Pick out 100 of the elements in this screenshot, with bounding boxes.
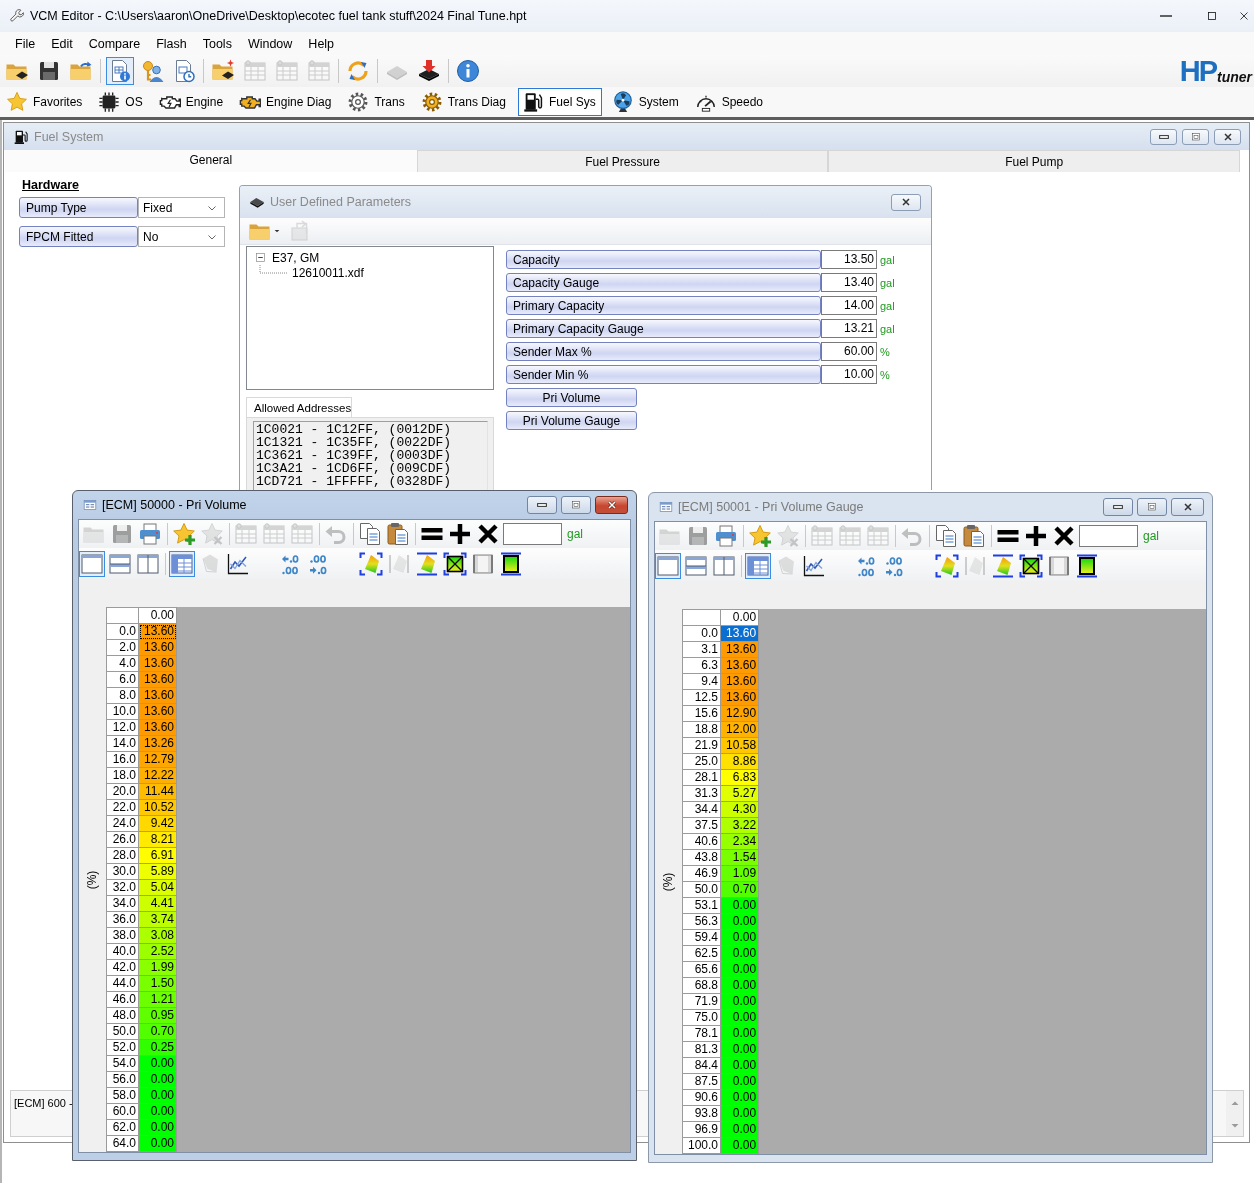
print-button[interactable] [713,523,739,549]
table-cell[interactable]: 0.00 [139,1088,178,1104]
paste-button[interactable] [385,521,411,547]
table-cell[interactable]: 11.44 [139,784,178,800]
dropdown[interactable]: No [138,226,225,247]
table-cell[interactable]: 1.09 [721,866,760,882]
category-button[interactable]: Speedo [690,87,770,116]
dropdown[interactable]: Fixed [138,197,225,218]
table-cell[interactable]: 1.21 [139,992,178,1008]
table-cell[interactable]: 12.90 [721,706,760,722]
table-cell[interactable]: 2.52 [139,944,178,960]
table-cell[interactable]: 8.21 [139,832,178,848]
table-cell[interactable]: 13.60 [139,640,178,656]
table-cell[interactable]: 0.00 [721,1026,760,1042]
collapse-icon[interactable] [255,252,266,263]
table-cell[interactable]: 13.60 [139,672,178,688]
table-cell[interactable]: 0.00 [721,914,760,930]
menu-item[interactable]: Edit [43,34,81,53]
table-cell[interactable]: 13.60 [721,658,760,674]
table-cell[interactable]: 0.70 [139,1024,178,1040]
copy-button[interactable] [357,521,383,547]
table-cell[interactable]: 8.86 [721,754,760,770]
single-view-button[interactable] [655,552,681,579]
favorite-button[interactable] [747,523,773,549]
add-button[interactable] [447,521,473,547]
table-cell[interactable]: 13.60 [721,674,760,690]
table-cell[interactable]: 2.34 [721,834,760,850]
info-button[interactable] [454,57,482,85]
color-cross-button[interactable] [442,550,468,577]
table-cell[interactable]: 0.25 [139,1040,178,1056]
table-cell[interactable]: 13.60 [139,656,178,672]
tab[interactable]: Fuel Pump [828,150,1240,172]
color-band-button[interactable] [990,552,1016,579]
table-cell[interactable]: 0.00 [721,1010,760,1026]
paste-button[interactable] [961,523,987,549]
table-cell[interactable]: 4.41 [139,896,178,912]
value-field[interactable]: 14.00 [821,296,877,315]
table-cell[interactable]: 10.52 [139,800,178,816]
color-band-button[interactable] [414,550,440,577]
scrollbar[interactable] [1226,1091,1243,1136]
open-table-button[interactable]: Pri Volume [506,388,637,407]
table-cell[interactable]: 0.00 [721,1090,760,1106]
tab[interactable]: Fuel Pressure [416,150,829,172]
table-cell[interactable]: 0.00 [139,1136,178,1152]
table-cell[interactable]: 0.00 [721,1122,760,1138]
table-cell[interactable]: 1.99 [139,960,178,976]
table-cell[interactable]: 0.00 [721,930,760,946]
table-cell[interactable]: 0.00 [721,962,760,978]
table-cell[interactable]: 0.00 [721,898,760,914]
table-cell[interactable]: 3.74 [139,912,178,928]
color-cross-button[interactable] [1018,552,1044,579]
table-cell[interactable]: 6.83 [721,770,760,786]
close-button[interactable] [1214,128,1241,145]
menu-item[interactable]: Flash [148,34,195,53]
minimize-button[interactable] [527,496,557,514]
table-cell[interactable]: 0.00 [721,1042,760,1058]
color-fill-button[interactable] [498,550,524,577]
menu-item[interactable]: Compare [80,34,149,53]
category-button[interactable]: Trans [343,87,411,116]
table-cell[interactable]: 0.00 [721,946,760,962]
table-cell[interactable]: 12.22 [139,768,178,784]
table-cell[interactable]: 0.00 [721,978,760,994]
tree-item[interactable]: E37, GM [272,250,320,265]
table-cell[interactable]: 6.91 [139,848,178,864]
table-cell[interactable]: 13.60 [139,688,178,704]
table-cell[interactable]: 0.00 [139,1056,178,1072]
tab[interactable]: General [5,150,417,172]
table-cell[interactable]: 13.60 [721,642,760,658]
value-field[interactable]: 13.40 [821,273,877,292]
menu-item[interactable]: Window [239,34,301,53]
single-view-button[interactable] [79,550,105,577]
table-cell[interactable]: 13.60 [721,690,760,706]
value-field[interactable]: 13.50 [821,250,877,269]
menu-item[interactable]: Help [300,34,343,53]
table-cell[interactable]: 13.60 [139,624,178,640]
menu-item[interactable]: File [7,34,44,53]
table-view-button[interactable] [745,552,771,579]
category-button[interactable]: Engine Diag [235,87,338,116]
color-fill-button[interactable] [1074,552,1100,579]
table-cell[interactable]: 0.00 [721,1138,760,1154]
value-field[interactable]: 10.00 [821,365,877,384]
table-cell[interactable]: 3.08 [139,928,178,944]
table-view-button[interactable] [169,550,195,577]
open-table-button[interactable]: Pri Volume Gauge [506,411,637,430]
table-cell[interactable]: 4.30 [721,802,760,818]
table-cell[interactable]: 13.60 [721,626,760,642]
category-button[interactable]: Favorites [2,87,89,116]
copy-button[interactable] [933,523,959,549]
table-cell[interactable]: 0.70 [721,882,760,898]
table-cell[interactable]: 5.04 [139,880,178,896]
properties-button[interactable] [106,57,134,85]
value-field[interactable]: 60.00 [821,342,877,361]
print-button[interactable] [137,521,163,547]
table-cell[interactable]: 13.60 [139,704,178,720]
color-fit-button[interactable] [934,552,960,579]
table-cell[interactable]: 13.60 [139,720,178,736]
restore-button[interactable] [1182,128,1209,145]
table-cell[interactable]: 0.00 [139,1104,178,1120]
favorite-button[interactable] [171,521,197,547]
table-cell[interactable]: 1.54 [721,850,760,866]
